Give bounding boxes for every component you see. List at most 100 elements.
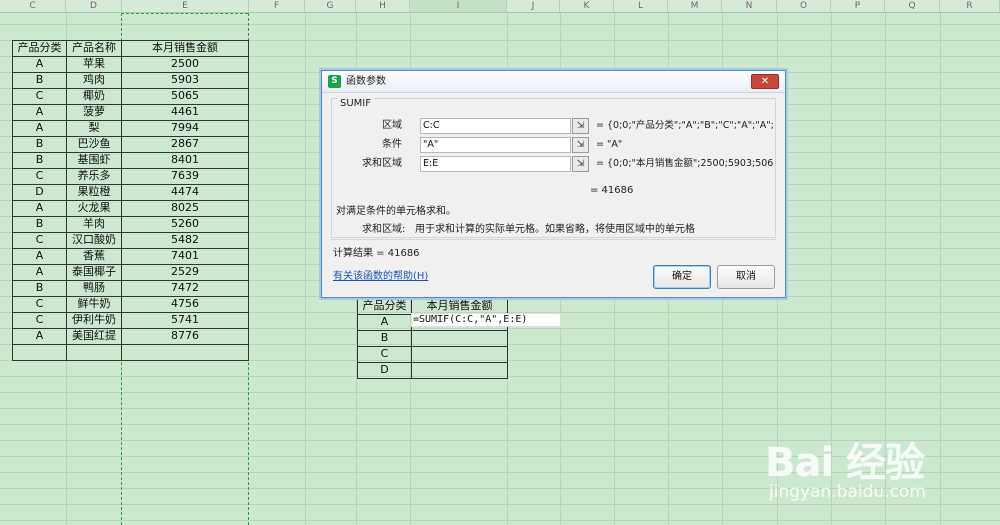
- table-cell[interactable]: 8025: [122, 201, 248, 216]
- table-header-cell[interactable]: 产品分类: [13, 41, 66, 56]
- summary-header-cell[interactable]: 产品分类: [358, 299, 411, 314]
- table-cell[interactable]: 4461: [122, 105, 248, 120]
- table-cell[interactable]: A: [13, 105, 66, 120]
- table-cell[interactable]: A: [13, 121, 66, 136]
- table-cell[interactable]: 5065: [122, 89, 248, 104]
- table-cell[interactable]: 养乐多: [67, 169, 121, 184]
- column-header-c[interactable]: C: [0, 0, 66, 13]
- function-arguments-dialog: S 函数参数 ✕ SUMIF 区域 C:C ⇲ = {0;0;"产品分类";"A…: [321, 70, 786, 298]
- table-cell[interactable]: 泰国椰子: [67, 265, 121, 280]
- table-cell[interactable]: 4474: [122, 185, 248, 200]
- param-help-text: 用于求和计算的实际单元格。如果省略，将使用区域中的单元格: [415, 224, 695, 235]
- column-header-f[interactable]: F: [249, 0, 305, 13]
- table-cell[interactable]: 火龙果: [67, 201, 121, 216]
- column-header-r[interactable]: R: [940, 0, 1000, 13]
- table-cell[interactable]: 5903: [122, 73, 248, 88]
- close-button[interactable]: ✕: [751, 74, 779, 89]
- grid-line: [305, 13, 306, 525]
- table-cell[interactable]: A: [13, 249, 66, 264]
- table-cell[interactable]: A: [13, 329, 66, 344]
- table-cell[interactable]: 羊肉: [67, 217, 121, 232]
- table-cell[interactable]: 椰奶: [67, 89, 121, 104]
- table-border: [66, 40, 67, 360]
- table-cell[interactable]: 2867: [122, 137, 248, 152]
- column-header-n[interactable]: N: [722, 0, 777, 13]
- summary-category-cell[interactable]: B: [358, 331, 411, 346]
- table-cell[interactable]: 7639: [122, 169, 248, 184]
- table-cell[interactable]: 5260: [122, 217, 248, 232]
- table-cell[interactable]: 4756: [122, 297, 248, 312]
- table-cell[interactable]: A: [13, 201, 66, 216]
- formula-cell-editor[interactable]: =SUMIF(C:C,"A",E:E): [411, 313, 561, 327]
- table-cell[interactable]: 2529: [122, 265, 248, 280]
- table-cell[interactable]: 美国红提: [67, 329, 121, 344]
- table-cell[interactable]: 鲜牛奶: [67, 297, 121, 312]
- cancel-button[interactable]: 取消: [717, 265, 775, 289]
- function-help-link[interactable]: 有关该函数的帮助(H): [333, 270, 428, 284]
- summary-category-cell[interactable]: D: [358, 363, 411, 378]
- table-cell[interactable]: 7994: [122, 121, 248, 136]
- table-cell[interactable]: 菠萝: [67, 105, 121, 120]
- column-header-l[interactable]: L: [614, 0, 668, 13]
- table-cell[interactable]: 巴沙鱼: [67, 137, 121, 152]
- criteria-input[interactable]: "A": [420, 137, 571, 153]
- table-cell[interactable]: C: [13, 233, 66, 248]
- table-cell[interactable]: 7472: [122, 281, 248, 296]
- sum-range-input[interactable]: E:E: [420, 156, 571, 172]
- arguments-group: SUMIF 区域 C:C ⇲ = {0;0;"产品分类";"A";"B";"C"…: [331, 97, 776, 238]
- summary-category-cell[interactable]: A: [358, 315, 411, 330]
- dialog-title-bar[interactable]: S 函数参数 ✕: [322, 71, 785, 93]
- column-header-p[interactable]: P: [831, 0, 885, 13]
- table-header-cell[interactable]: 产品名称: [67, 41, 121, 56]
- range-picker-icon[interactable]: ⇲: [572, 118, 589, 134]
- range-input[interactable]: C:C: [420, 118, 571, 134]
- column-header-g[interactable]: G: [305, 0, 356, 13]
- column-header-d[interactable]: D: [66, 0, 122, 13]
- table-cell[interactable]: 7401: [122, 249, 248, 264]
- column-header-j[interactable]: J: [507, 0, 560, 13]
- table-cell[interactable]: 果粒橙: [67, 185, 121, 200]
- table-cell[interactable]: 8401: [122, 153, 248, 168]
- table-border: [12, 360, 249, 361]
- sum-range-picker-icon[interactable]: ⇲: [572, 156, 589, 172]
- table-cell[interactable]: C: [13, 297, 66, 312]
- table-cell[interactable]: 伊利牛奶: [67, 313, 121, 328]
- column-header-o[interactable]: O: [777, 0, 831, 13]
- column-header-q[interactable]: Q: [885, 0, 940, 13]
- summary-header-cell[interactable]: 本月销售金额: [412, 299, 507, 314]
- table-cell[interactable]: D: [13, 185, 66, 200]
- column-header-i[interactable]: I: [410, 0, 507, 13]
- table-cell[interactable]: 8776: [122, 329, 248, 344]
- table-cell[interactable]: 基围虾: [67, 153, 121, 168]
- table-cell[interactable]: C: [13, 89, 66, 104]
- table-cell[interactable]: B: [13, 281, 66, 296]
- function-result: = 41686: [590, 185, 634, 196]
- column-header-k[interactable]: K: [560, 0, 614, 13]
- criteria-picker-icon[interactable]: ⇲: [572, 137, 589, 153]
- table-cell[interactable]: B: [13, 73, 66, 88]
- calc-result: 计算结果 = 41686: [333, 248, 420, 259]
- table-cell[interactable]: 梨: [67, 121, 121, 136]
- table-cell[interactable]: C: [13, 313, 66, 328]
- table-cell[interactable]: 香蕉: [67, 249, 121, 264]
- table-cell[interactable]: A: [13, 265, 66, 280]
- table-cell[interactable]: 鸡肉: [67, 73, 121, 88]
- table-cell[interactable]: B: [13, 217, 66, 232]
- table-cell[interactable]: 2500: [122, 57, 248, 72]
- table-cell[interactable]: B: [13, 153, 66, 168]
- table-cell[interactable]: 苹果: [67, 57, 121, 72]
- table-cell[interactable]: B: [13, 137, 66, 152]
- column-header-e[interactable]: E: [122, 0, 249, 13]
- table-cell[interactable]: 汉口酸奶: [67, 233, 121, 248]
- table-cell[interactable]: C: [13, 169, 66, 184]
- column-header-m[interactable]: M: [668, 0, 722, 13]
- table-header-cell[interactable]: 本月销售金额: [122, 41, 248, 56]
- table-cell[interactable]: 5741: [122, 313, 248, 328]
- ok-button[interactable]: 确定: [653, 265, 711, 289]
- column-header-h[interactable]: H: [356, 0, 410, 13]
- table-cell[interactable]: 5482: [122, 233, 248, 248]
- summary-category-cell[interactable]: C: [358, 347, 411, 362]
- table-cell[interactable]: 鸭肠: [67, 281, 121, 296]
- table-cell[interactable]: A: [13, 57, 66, 72]
- watermark-logo: Bai 经验: [765, 440, 925, 486]
